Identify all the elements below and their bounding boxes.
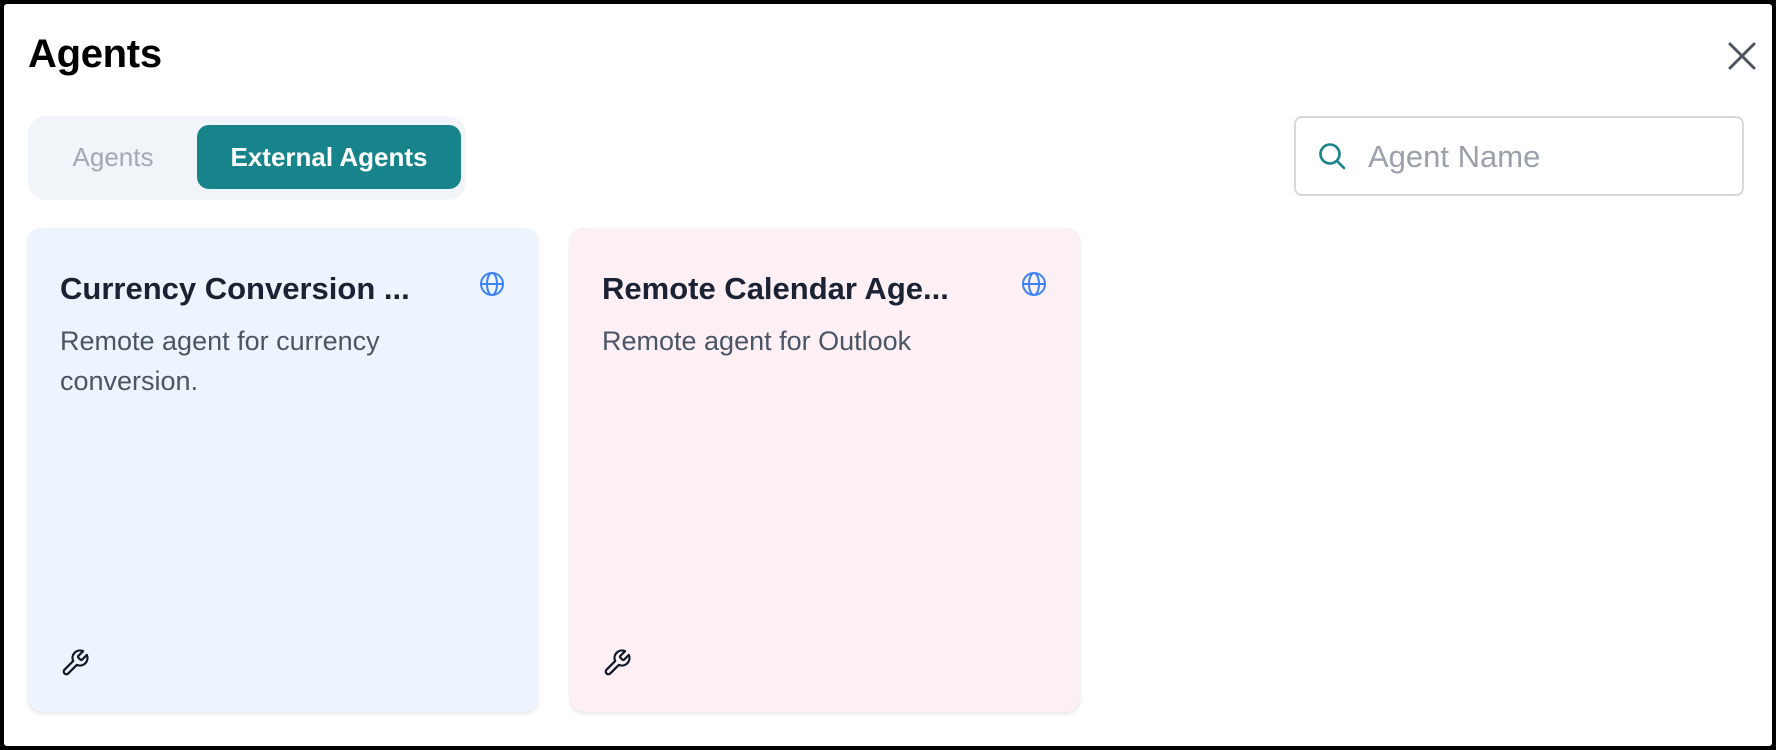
- wrench-icon: [602, 648, 632, 678]
- agent-card-title: Currency Conversion ...: [60, 271, 410, 306]
- search-icon: [1316, 140, 1348, 172]
- dialog-title: Agents: [28, 32, 162, 76]
- wrench-icon: [60, 648, 90, 678]
- search-input[interactable]: [1366, 128, 1730, 186]
- tab-external-agents[interactable]: External Agents: [197, 125, 461, 189]
- agent-card-description: Remote agent for currency conversion.: [60, 326, 380, 396]
- close-icon[interactable]: [1724, 38, 1760, 74]
- agent-card-remote-calendar[interactable]: Remote Calendar Age... Remote agent for …: [570, 228, 1080, 712]
- globe-icon: [1020, 270, 1048, 298]
- tab-agents[interactable]: Agents: [38, 125, 188, 189]
- globe-icon: [478, 270, 506, 298]
- agent-type-tabs: Agents External Agents: [28, 116, 466, 200]
- agent-card-description: Remote agent for Outlook: [602, 326, 912, 356]
- agents-dialog: Agents Agents External Agents Currency C…: [4, 4, 1772, 746]
- search-box: [1294, 116, 1744, 196]
- agent-card-title: Remote Calendar Age...: [602, 271, 949, 306]
- agent-card-currency-conversion[interactable]: Currency Conversion ... Remote agent for…: [28, 228, 538, 712]
